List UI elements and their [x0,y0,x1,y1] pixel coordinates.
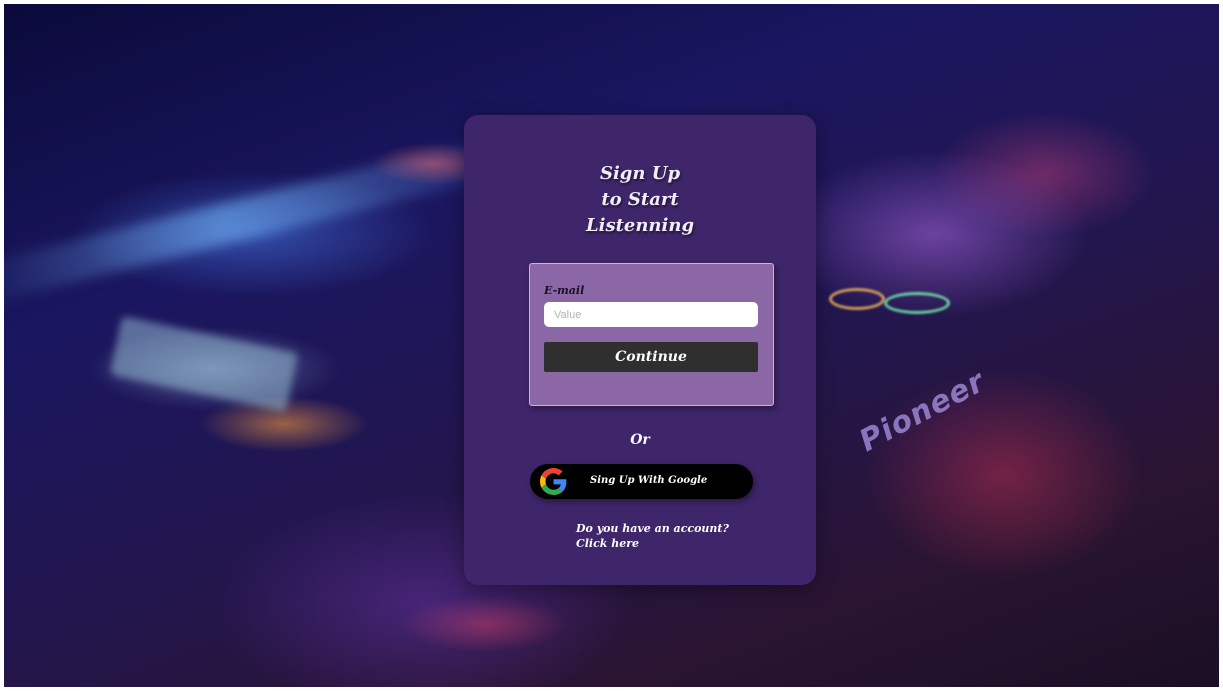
continue-button[interactable]: Continue [544,342,758,372]
or-divider-label: Or [630,432,650,448]
background-light-streak [4,141,482,307]
google-signup-label: Sing Up With Google [590,475,708,486]
title-line-3: Listenning [585,215,695,236]
email-form: E-mail Continue [529,263,774,406]
background-ring-light [884,292,950,314]
title-line-1: Sign Up [599,163,681,184]
background-mixer-screen [109,315,299,413]
title-line-2: to Start [601,189,679,210]
signup-card: Sign Up to Start Listenning E-mail Conti… [464,115,816,585]
email-field[interactable] [544,302,758,327]
email-label: E-mail [544,284,585,297]
background-brand-text: Pioneer [853,363,991,460]
google-icon [540,468,567,495]
google-signup-button[interactable]: Sing Up With Google [530,464,753,499]
background-ring-light-2 [829,288,885,310]
login-link[interactable]: Click here [576,536,639,551]
page-title: Sign Up to Start Listenning [464,161,816,239]
account-prompt: Do you have an account? [576,522,729,535]
